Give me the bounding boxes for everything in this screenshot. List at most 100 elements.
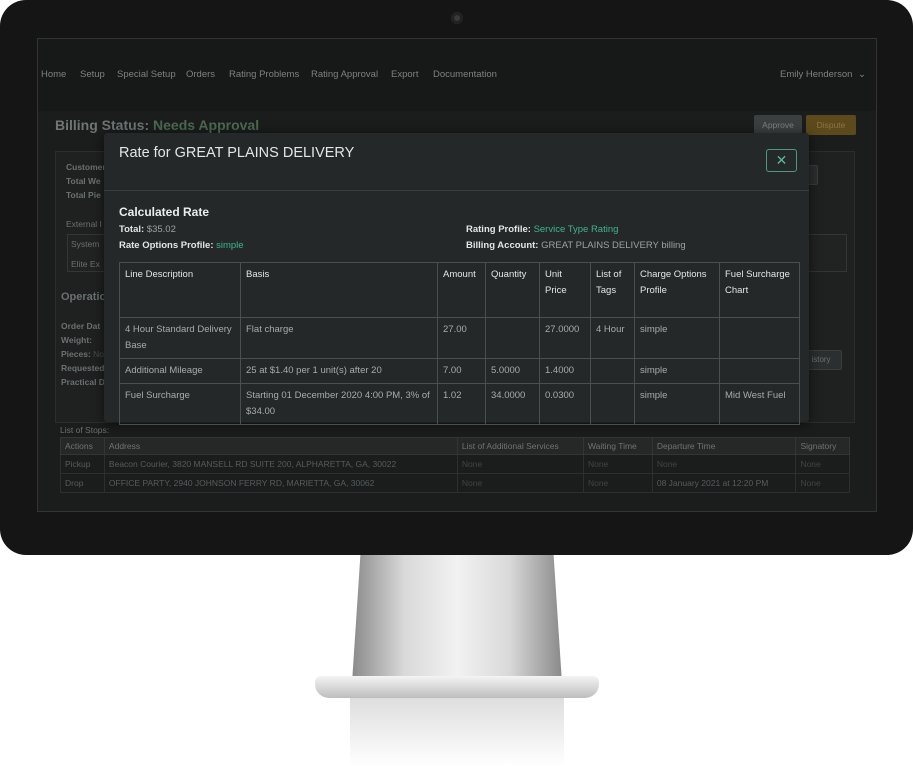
table-row: Fuel Surcharge Starting 01 December 2020… [119,383,800,425]
nav-item-rating-approval[interactable]: Rating Approval [311,69,378,80]
stop-services: None [456,454,584,474]
line-unit-price: 27.0000 [539,317,591,359]
line-tags: 4 Hour [590,317,635,359]
modal-title: Rate for GREAT PLAINS DELIVERY [119,145,355,161]
line-quantity [485,317,540,359]
billing-account-field: Billing Account: GREAT PLAINS DELIVERY b… [466,240,686,251]
rating-profile-link[interactable]: Service Type Rating [534,224,619,235]
stop-action[interactable]: Pickup [60,454,105,474]
header-quantity: Quantity [485,262,540,318]
header-charge-options-profile: Charge Options Profile [634,262,720,318]
total-value: $35.02 [146,224,176,235]
line-amount: 27.00 [437,317,486,359]
stop-waiting: None [582,473,653,493]
stop-waiting: None [582,454,653,474]
nav-item-orders[interactable]: Orders [186,69,215,80]
stop-action[interactable]: Drop [60,473,105,493]
line-basis: Flat charge [240,317,438,359]
nav-item-export[interactable]: Export [391,69,418,80]
weight-label: Weight: [61,335,93,345]
header-amount: Amount [437,262,486,318]
pieces-label: Pieces: No [61,349,104,359]
stop-departure: None [651,454,797,474]
header-list-of-tags: List of Tags [590,262,635,318]
line-charge-options-link[interactable]: simple [634,383,720,425]
table-row: 4 Hour Standard Delivery Base Flat charg… [119,317,800,359]
header-line-description: Line Description [119,262,241,318]
total-field: Total: $35.02 [119,224,176,235]
billing-account-label: Billing Account: [466,240,539,251]
pieces-value: No [93,349,105,359]
line-amount: 1.02 [437,383,486,425]
stops-header-address: Address [103,437,458,455]
customer-label: Customer [66,162,106,172]
close-button[interactable]: ✕ [766,149,797,172]
approve-button[interactable]: Approve [754,115,802,135]
rate-modal: Rate for GREAT PLAINS DELIVERY ✕ Calcula… [104,133,809,425]
line-description: Fuel Surcharge [119,383,241,425]
order-date-label: Order Dat [61,321,101,331]
user-menu[interactable]: Emily Henderson ⌄ [780,69,866,80]
requested-label: Requested [61,363,105,373]
stop-address: OFFICE PARTY, 2940 JOHNSON FERRY RD, MAR… [103,473,458,493]
table-row: Additional Mileage 25 at $1.40 per 1 uni… [119,358,800,384]
table-header-row: Line Description Basis Amount Quantity U… [119,262,800,318]
operations-heading: Operatio [61,291,107,303]
dispute-button[interactable]: Dispute [806,115,856,135]
calculated-rate-heading: Calculated Rate [119,205,210,219]
stop-signatory: None [795,454,850,474]
nav-item-home[interactable]: Home [41,69,66,80]
line-unit-price: 1.4000 [539,358,591,384]
header-basis: Basis [240,262,438,318]
line-quantity: 5.0000 [485,358,540,384]
monitor-stand-base [315,676,599,698]
chevron-down-icon: ⌄ [858,69,866,80]
page-title-prefix: Billing Status: [55,117,150,133]
line-amount: 7.00 [437,358,486,384]
total-pieces-label: Total Pie [66,190,101,200]
camera-icon [451,12,463,24]
top-nav: Home Setup Special Setup Orders Rating P… [38,39,876,111]
line-quantity: 34.0000 [485,383,540,425]
stops-header-actions: Actions [60,437,105,455]
nav-item-rating-problems[interactable]: Rating Problems [229,69,299,80]
stops-title: List of Stops: [60,425,110,435]
monitor-stand-neck [352,555,562,683]
line-fuel-chart [719,317,800,359]
stop-address: Beacon Courier, 3820 MANSELL RD SUITE 20… [103,454,458,474]
pieces-label-text: Pieces: [61,349,91,359]
nav-item-special-setup[interactable]: Special Setup [117,69,176,80]
rate-options-link[interactable]: simple [216,240,243,251]
line-description: 4 Hour Standard Delivery Base [119,317,241,359]
system-header: System [71,239,100,249]
rate-options-label: Rate Options Profile: [119,240,214,251]
line-charge-options-link[interactable]: simple [634,358,720,384]
line-basis: 25 at $1.40 per 1 unit(s) after 20 [240,358,438,384]
line-basis: Starting 01 December 2020 4:00 PM, 3% of… [240,383,438,425]
line-unit-price: 0.0300 [539,383,591,425]
fuel-surcharge-chart-link[interactable]: Mid West Fuel [719,383,800,425]
stops-header-departure: Departure Time [651,437,797,455]
nav-item-setup[interactable]: Setup [80,69,105,80]
app-screen: Home Setup Special Setup Orders Rating P… [37,38,877,512]
table-row: Drop OFFICE PARTY, 2940 JOHNSON FERRY RD… [60,473,850,493]
header-fuel-surcharge-chart: Fuel Surcharge Chart [719,262,800,318]
stops-table: Actions Address List of Additional Servi… [60,437,850,493]
nav-item-documentation[interactable]: Documentation [433,69,497,80]
stop-services: None [456,473,584,493]
line-charge-options-link[interactable]: simple [634,317,720,359]
modal-header: Rate for GREAT PLAINS DELIVERY ✕ [104,133,809,191]
monitor-frame: Home Setup Special Setup Orders Rating P… [0,0,913,555]
rate-lines-table: Line Description Basis Amount Quantity U… [119,262,800,425]
external-ids-label: External I [66,219,102,229]
total-label: Total: [119,224,145,235]
stops-header-signatory: Signatory [795,437,850,455]
billing-account-value: GREAT PLAINS DELIVERY billing [541,240,686,251]
stops-header-services: List of Additional Services [456,437,584,455]
system-value: Elite Ex [71,259,100,269]
line-tags [590,383,635,425]
header-unit-price: Unit Price [539,262,591,318]
practical-label: Practical D [61,377,105,387]
stand-reflection [350,698,564,766]
stop-signatory: None [795,473,850,493]
